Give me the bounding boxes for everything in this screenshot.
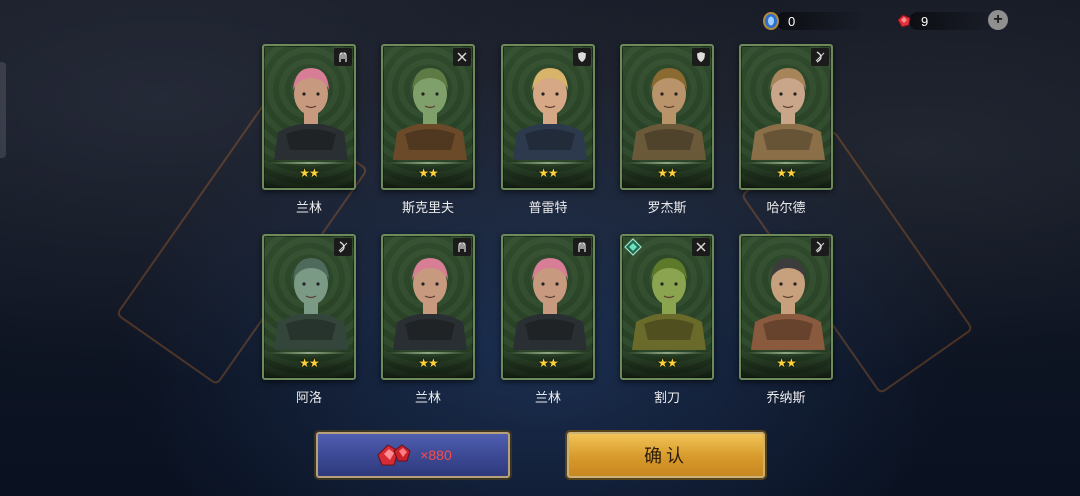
green-gem-icon xyxy=(624,238,642,256)
red-gem-icon xyxy=(377,444,411,466)
cost-amount: ×880 xyxy=(420,447,452,463)
add-resource-button[interactable]: + xyxy=(988,10,1008,30)
hero-portrait xyxy=(632,68,706,160)
star-rating: ★★ xyxy=(538,356,559,370)
hero-portrait xyxy=(513,68,587,160)
hero-card[interactable]: ★★ xyxy=(381,44,475,190)
crystal-resource: 0 xyxy=(762,10,866,32)
hero-name: 哈尔德 xyxy=(766,200,806,215)
hero-portrait xyxy=(393,68,467,160)
bow-icon xyxy=(334,238,352,256)
star-rating: ★★ xyxy=(299,356,320,370)
hero-name: 乔纳斯 xyxy=(766,390,806,405)
hero-card[interactable]: ★★ xyxy=(620,234,714,380)
hands-icon xyxy=(453,238,471,256)
hero-card[interactable]: ★★ xyxy=(262,234,356,380)
hero-card[interactable]: ★★ xyxy=(501,234,595,380)
star-rating: ★★ xyxy=(657,356,678,370)
side-tab-handle[interactable] xyxy=(0,62,6,158)
hero-card[interactable]: ★★ xyxy=(620,44,714,190)
hero-name: 阿洛 xyxy=(295,390,322,405)
star-rating: ★★ xyxy=(538,166,559,180)
hero-portrait xyxy=(513,258,587,350)
confirm-label: 确认 xyxy=(644,446,688,466)
hero-card[interactable]: ★★ xyxy=(262,44,356,190)
crystal-count: 0 xyxy=(788,13,796,29)
hero-portrait xyxy=(274,68,348,160)
ruby-count: 9 xyxy=(921,13,929,29)
star-rating: ★★ xyxy=(299,166,320,180)
hero-portrait xyxy=(632,258,706,350)
hero-portrait xyxy=(393,258,467,350)
hero-name: 普雷特 xyxy=(528,200,568,215)
hero-name: 兰林 xyxy=(534,390,561,405)
star-rating: ★★ xyxy=(418,166,439,180)
shield-icon xyxy=(692,48,710,66)
shield-icon xyxy=(573,48,591,66)
hero-name: 罗杰斯 xyxy=(647,200,687,215)
hero-name: 斯克里夫 xyxy=(401,200,454,215)
blue-crystal-icon xyxy=(763,12,779,30)
hero-name: 割刀 xyxy=(653,390,680,405)
hero-name: 兰林 xyxy=(414,390,441,405)
bow-icon xyxy=(811,48,829,66)
bow-icon xyxy=(811,238,829,256)
confirm-button[interactable]: 确认 xyxy=(567,432,765,478)
hero-portrait xyxy=(751,68,825,160)
star-rating: ★★ xyxy=(418,356,439,370)
red-gem-icon xyxy=(897,14,911,28)
hands-icon xyxy=(573,238,591,256)
hero-name: 兰林 xyxy=(295,200,322,215)
crossed-swords-icon xyxy=(453,48,471,66)
cost-button[interactable]: ×880 xyxy=(316,432,510,478)
hero-portrait xyxy=(751,258,825,350)
hero-card[interactable]: ★★ xyxy=(501,44,595,190)
star-rating: ★★ xyxy=(657,166,678,180)
hero-card[interactable]: ★★ xyxy=(739,234,833,380)
star-rating: ★★ xyxy=(776,356,797,370)
crossed-swords-icon xyxy=(692,238,710,256)
hands-icon xyxy=(334,48,352,66)
star-rating: ★★ xyxy=(776,166,797,180)
ruby-resource: 9 xyxy=(895,10,999,32)
hero-card[interactable]: ★★ xyxy=(381,234,475,380)
hero-card[interactable]: ★★ xyxy=(739,44,833,190)
hero-portrait xyxy=(274,258,348,350)
